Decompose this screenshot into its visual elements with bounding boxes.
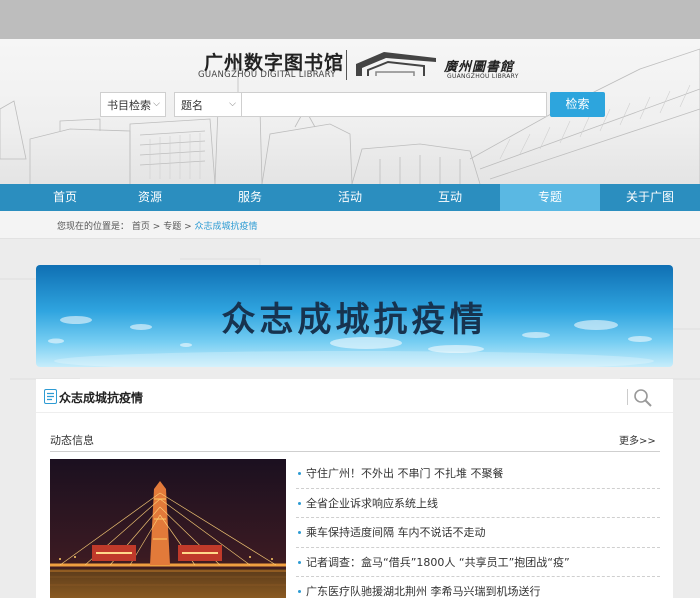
news-item-title[interactable]: 守住广州！不外出 不串门 不扎堆 不聚餐 bbox=[306, 467, 504, 480]
chevron-down-icon: ⌵ bbox=[153, 99, 160, 109]
nav-item-about[interactable]: 关于广图 bbox=[600, 184, 700, 211]
dot-bullet-icon bbox=[298, 472, 301, 475]
breadcrumb: 您现在的位置是： 首页 > 专题 > 众志成城抗疫情 bbox=[57, 219, 258, 232]
list-item[interactable]: 记者调查：盒马“借兵”1800人 “共享员工”抱团战“疫” bbox=[296, 548, 660, 577]
search-icon[interactable] bbox=[633, 388, 653, 408]
list-item[interactable]: 广东医疗队驰援湖北荆州 李希马兴瑞到机场送行 bbox=[296, 577, 660, 598]
panel-header: 众志成城抗疫情 bbox=[36, 379, 673, 413]
banner-title: 众志成城抗疫情 bbox=[221, 300, 488, 340]
nav-item-topics[interactable]: 专题 bbox=[500, 184, 600, 211]
search-field-select[interactable]: 题名 ⌵ bbox=[174, 92, 242, 117]
panel-title: 众志成城抗疫情 bbox=[59, 391, 144, 405]
search-input[interactable] bbox=[242, 92, 547, 117]
news-section-label: 动态信息 bbox=[50, 434, 94, 447]
news-list: 守住广州！不外出 不串门 不扎堆 不聚餐 全省企业诉求响应系统上线 乘车保持适度… bbox=[296, 459, 660, 598]
news-divider bbox=[50, 451, 660, 452]
library-building-logo-icon bbox=[356, 52, 436, 76]
news-item-title[interactable]: 记者调查：盒马“借兵”1800人 “共享员工”抱团战“疫” bbox=[306, 556, 570, 569]
nav-item-events[interactable]: 活动 bbox=[300, 184, 400, 211]
logo-divider bbox=[346, 50, 347, 80]
nav-item-resources[interactable]: 资源 bbox=[100, 184, 200, 211]
breadcrumb-bar: 您现在的位置是： 首页 > 专题 > 众志成城抗疫情 bbox=[0, 211, 700, 239]
browser-top-strip bbox=[0, 0, 700, 39]
dot-bullet-icon bbox=[298, 560, 301, 564]
list-item[interactable]: 守住广州！不外出 不串门 不扎堆 不聚餐 bbox=[296, 459, 660, 489]
list-item[interactable]: 全省企业诉求响应系统上线 bbox=[296, 489, 660, 518]
news-item-title[interactable]: 乘车保持适度间隔 车内不说话不走动 bbox=[306, 526, 486, 539]
bridge-night-illustration bbox=[50, 459, 286, 598]
panel-search-divider bbox=[627, 389, 628, 405]
news-item-title[interactable]: 广东医疗队驰援湖北荆州 李希马兴瑞到机场送行 bbox=[306, 585, 541, 598]
breadcrumb-prefix: 您现在的位置是： bbox=[57, 222, 130, 232]
dot-bullet-icon bbox=[298, 501, 301, 505]
topic-banner[interactable]: 众志成城抗疫情 bbox=[36, 265, 673, 367]
breadcrumb-current[interactable]: 众志成城抗疫情 bbox=[194, 222, 257, 232]
main-nav: 首页 资源 服务 活动 互动 专题 关于广图 bbox=[0, 184, 700, 211]
topic-panel: 众志成城抗疫情 动态信息 更多>> 守住广州！不外出 不串门 不扎堆 不聚餐 全… bbox=[36, 379, 673, 598]
search-category-select[interactable]: 书目检索 ⌵ bbox=[100, 92, 166, 117]
site-logo-subtitle: GUANGZHOU DIGITAL LIBRARY bbox=[198, 70, 336, 80]
library-logo-english: GUANGZHOU LIBRARY bbox=[447, 73, 519, 80]
breadcrumb-home[interactable]: 首页 bbox=[132, 222, 150, 232]
breadcrumb-separator: > bbox=[152, 222, 164, 232]
search-button[interactable]: 检索 bbox=[550, 92, 605, 117]
site-header: 广州数字图书馆 GUANGZHOU DIGITAL LIBRARY 廣州圖書館 … bbox=[0, 39, 700, 184]
chevron-down-icon: ⌵ bbox=[229, 99, 236, 109]
search-field-value: 题名 bbox=[181, 99, 203, 112]
news-item-title[interactable]: 全省企业诉求响应系统上线 bbox=[306, 497, 438, 510]
dot-bullet-icon bbox=[298, 590, 301, 593]
list-item[interactable]: 乘车保持适度间隔 车内不说话不走动 bbox=[296, 518, 660, 548]
nav-item-interaction[interactable]: 互动 bbox=[400, 184, 500, 211]
document-icon bbox=[44, 389, 57, 404]
nav-item-services[interactable]: 服务 bbox=[200, 184, 300, 211]
breadcrumb-section[interactable]: 专题 bbox=[163, 222, 181, 232]
dot-bullet-icon bbox=[298, 531, 301, 534]
news-more-link[interactable]: 更多>> bbox=[619, 432, 656, 447]
news-photo-bridge-night[interactable] bbox=[50, 459, 286, 598]
breadcrumb-separator: > bbox=[184, 222, 195, 232]
nav-item-home[interactable]: 首页 bbox=[0, 184, 100, 211]
search-category-value: 书目检索 bbox=[107, 99, 151, 112]
